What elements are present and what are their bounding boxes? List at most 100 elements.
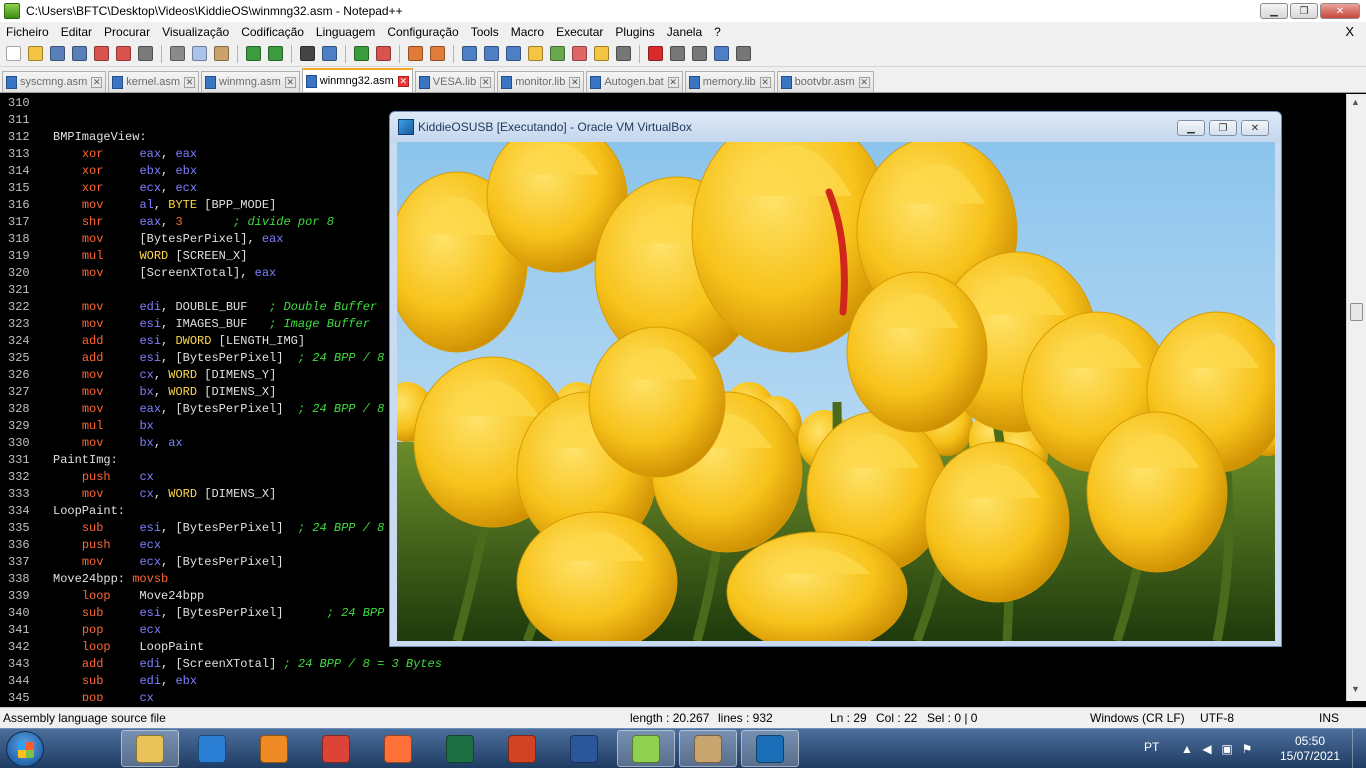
tab-close-icon[interactable]: ✕ bbox=[480, 76, 492, 88]
vm-screen[interactable] bbox=[397, 142, 1275, 641]
tab-close-icon[interactable]: ✕ bbox=[184, 76, 196, 88]
tab-autogen-bat[interactable]: Autogen.bat ✕ bbox=[586, 71, 683, 92]
firefox-taskbar-button[interactable] bbox=[369, 730, 427, 767]
start-button[interactable] bbox=[6, 731, 44, 767]
tab-close-icon[interactable]: ✕ bbox=[284, 76, 296, 88]
sync-vertical-icon[interactable] bbox=[406, 44, 425, 63]
replace-icon[interactable] bbox=[320, 44, 339, 63]
explorer-taskbar-button[interactable] bbox=[121, 730, 179, 767]
menu-codificacao[interactable]: Codificação bbox=[235, 25, 310, 39]
virtualbox-taskbar-button[interactable] bbox=[741, 730, 799, 767]
tab-close-icon[interactable]: ✕ bbox=[667, 76, 679, 88]
doc-map-icon[interactable] bbox=[548, 44, 567, 63]
word-taskbar-button[interactable] bbox=[555, 730, 613, 767]
clock[interactable]: 05:50 15/07/2021 bbox=[1278, 734, 1342, 764]
restore-button[interactable]: ❐ bbox=[1290, 3, 1318, 19]
menu-janela[interactable]: Janela bbox=[661, 25, 708, 39]
token-reg: ecx bbox=[139, 623, 162, 637]
code-text: mov [ScreenXTotal], eax bbox=[53, 265, 276, 282]
menu-ficheiro[interactable]: Ficheiro bbox=[0, 25, 55, 39]
close-document-button[interactable]: X bbox=[1345, 24, 1354, 39]
udl-icon[interactable] bbox=[526, 44, 545, 63]
save-all-icon[interactable] bbox=[70, 44, 89, 63]
cut-icon[interactable] bbox=[168, 44, 187, 63]
chrome-taskbar-button[interactable] bbox=[307, 730, 365, 767]
function-list-icon[interactable] bbox=[570, 44, 589, 63]
vertical-scrollbar[interactable]: ▲ ▼ bbox=[1346, 94, 1366, 701]
run-macro-multiple-icon[interactable] bbox=[712, 44, 731, 63]
media-player-taskbar-button[interactable] bbox=[245, 730, 303, 767]
powerpoint-taskbar-button[interactable] bbox=[493, 730, 551, 767]
word-wrap-icon[interactable] bbox=[460, 44, 479, 63]
menu-plugins[interactable]: Plugins bbox=[609, 25, 660, 39]
language-indicator[interactable]: PT bbox=[1144, 740, 1159, 754]
copy-icon[interactable] bbox=[190, 44, 209, 63]
tab-memory-lib[interactable]: memory.lib ✕ bbox=[684, 71, 775, 92]
undo-icon[interactable] bbox=[244, 44, 263, 63]
new-file-icon[interactable] bbox=[4, 44, 23, 63]
show-hidden-icons-icon[interactable]: ▲ bbox=[1180, 742, 1194, 756]
vm-minimize-button[interactable]: ▁ bbox=[1177, 120, 1205, 136]
ie-taskbar-button[interactable] bbox=[183, 730, 241, 767]
paint-taskbar-button[interactable] bbox=[679, 730, 737, 767]
save-icon[interactable] bbox=[48, 44, 67, 63]
menu-macro[interactable]: Macro bbox=[505, 25, 550, 39]
record-macro-icon[interactable] bbox=[646, 44, 665, 63]
tab-close-icon[interactable]: ✕ bbox=[397, 75, 409, 87]
close-file-icon[interactable] bbox=[92, 44, 111, 63]
network-icon[interactable]: ▣ bbox=[1220, 742, 1234, 756]
zoom-in-icon[interactable] bbox=[352, 44, 371, 63]
tab-winmng-asm[interactable]: winmng.asm ✕ bbox=[201, 71, 300, 92]
save-macro-icon[interactable] bbox=[734, 44, 753, 63]
menu-executar[interactable]: Executar bbox=[550, 25, 609, 39]
minimize-button[interactable]: ▁ bbox=[1260, 3, 1288, 19]
tab-winmng32-asm[interactable]: winmng32.asm ✕ bbox=[301, 68, 413, 92]
paste-icon[interactable] bbox=[212, 44, 231, 63]
scrollbar-thumb[interactable] bbox=[1350, 303, 1363, 321]
close-all-icon[interactable] bbox=[114, 44, 133, 63]
tab-monitor-lib[interactable]: monitor.lib ✕ bbox=[497, 71, 585, 92]
menu-configuracao[interactable]: Configuração bbox=[381, 25, 464, 39]
play-macro-icon[interactable] bbox=[690, 44, 709, 63]
virtualbox-window[interactable]: KiddieOSUSB [Executando] - Oracle VM Vir… bbox=[389, 111, 1282, 647]
stop-macro-icon[interactable] bbox=[668, 44, 687, 63]
menu-help[interactable]: ? bbox=[708, 25, 727, 39]
show-desktop-button[interactable] bbox=[1352, 729, 1366, 768]
volume-icon[interactable]: ◀ bbox=[1200, 742, 1214, 756]
menu-procurar[interactable]: Procurar bbox=[98, 25, 156, 39]
excel-taskbar-button[interactable] bbox=[431, 730, 489, 767]
tab-close-icon[interactable]: ✕ bbox=[91, 76, 103, 88]
tab-close-icon[interactable]: ✕ bbox=[569, 76, 581, 88]
redo-icon[interactable] bbox=[266, 44, 285, 63]
folder-workspace-icon[interactable] bbox=[592, 44, 611, 63]
indent-guide-icon[interactable] bbox=[504, 44, 523, 63]
vm-restore-button[interactable]: ❐ bbox=[1209, 120, 1237, 136]
menu-tools[interactable]: Tools bbox=[465, 25, 505, 39]
open-file-icon[interactable] bbox=[26, 44, 45, 63]
token-plain: , [ScreenXTotal] bbox=[161, 657, 284, 671]
notepadpp-taskbar-button[interactable] bbox=[617, 730, 675, 767]
scroll-up-icon[interactable]: ▲ bbox=[1351, 97, 1360, 107]
menu-linguagem[interactable]: Linguagem bbox=[310, 25, 381, 39]
tab-bootvbr-asm[interactable]: bootvbr.asm ✕ bbox=[776, 71, 874, 92]
tab-close-icon[interactable]: ✕ bbox=[759, 76, 771, 88]
sync-horizontal-icon[interactable] bbox=[428, 44, 447, 63]
menu-editar[interactable]: Editar bbox=[55, 25, 98, 39]
action-center-icon[interactable]: ⚑ bbox=[1240, 742, 1254, 756]
scroll-down-icon[interactable]: ▼ bbox=[1351, 684, 1360, 694]
show-all-chars-icon[interactable] bbox=[482, 44, 501, 63]
code-text: mul bx bbox=[53, 418, 154, 435]
monitoring-icon[interactable] bbox=[614, 44, 633, 63]
print-icon[interactable] bbox=[136, 44, 155, 63]
tab-close-icon[interactable]: ✕ bbox=[858, 76, 870, 88]
menu-visualizacao[interactable]: Visualização bbox=[156, 25, 235, 39]
close-button[interactable]: ✕ bbox=[1320, 3, 1360, 19]
vm-close-button[interactable]: ✕ bbox=[1241, 120, 1269, 136]
zoom-out-icon[interactable] bbox=[374, 44, 393, 63]
tab-kernel-asm[interactable]: kernel.asm ✕ bbox=[108, 71, 200, 92]
tab-syscmng-asm[interactable]: syscmng.asm ✕ bbox=[2, 71, 107, 92]
find-icon[interactable] bbox=[298, 44, 317, 63]
tab-vesa-lib[interactable]: VESA.lib ✕ bbox=[414, 71, 496, 92]
